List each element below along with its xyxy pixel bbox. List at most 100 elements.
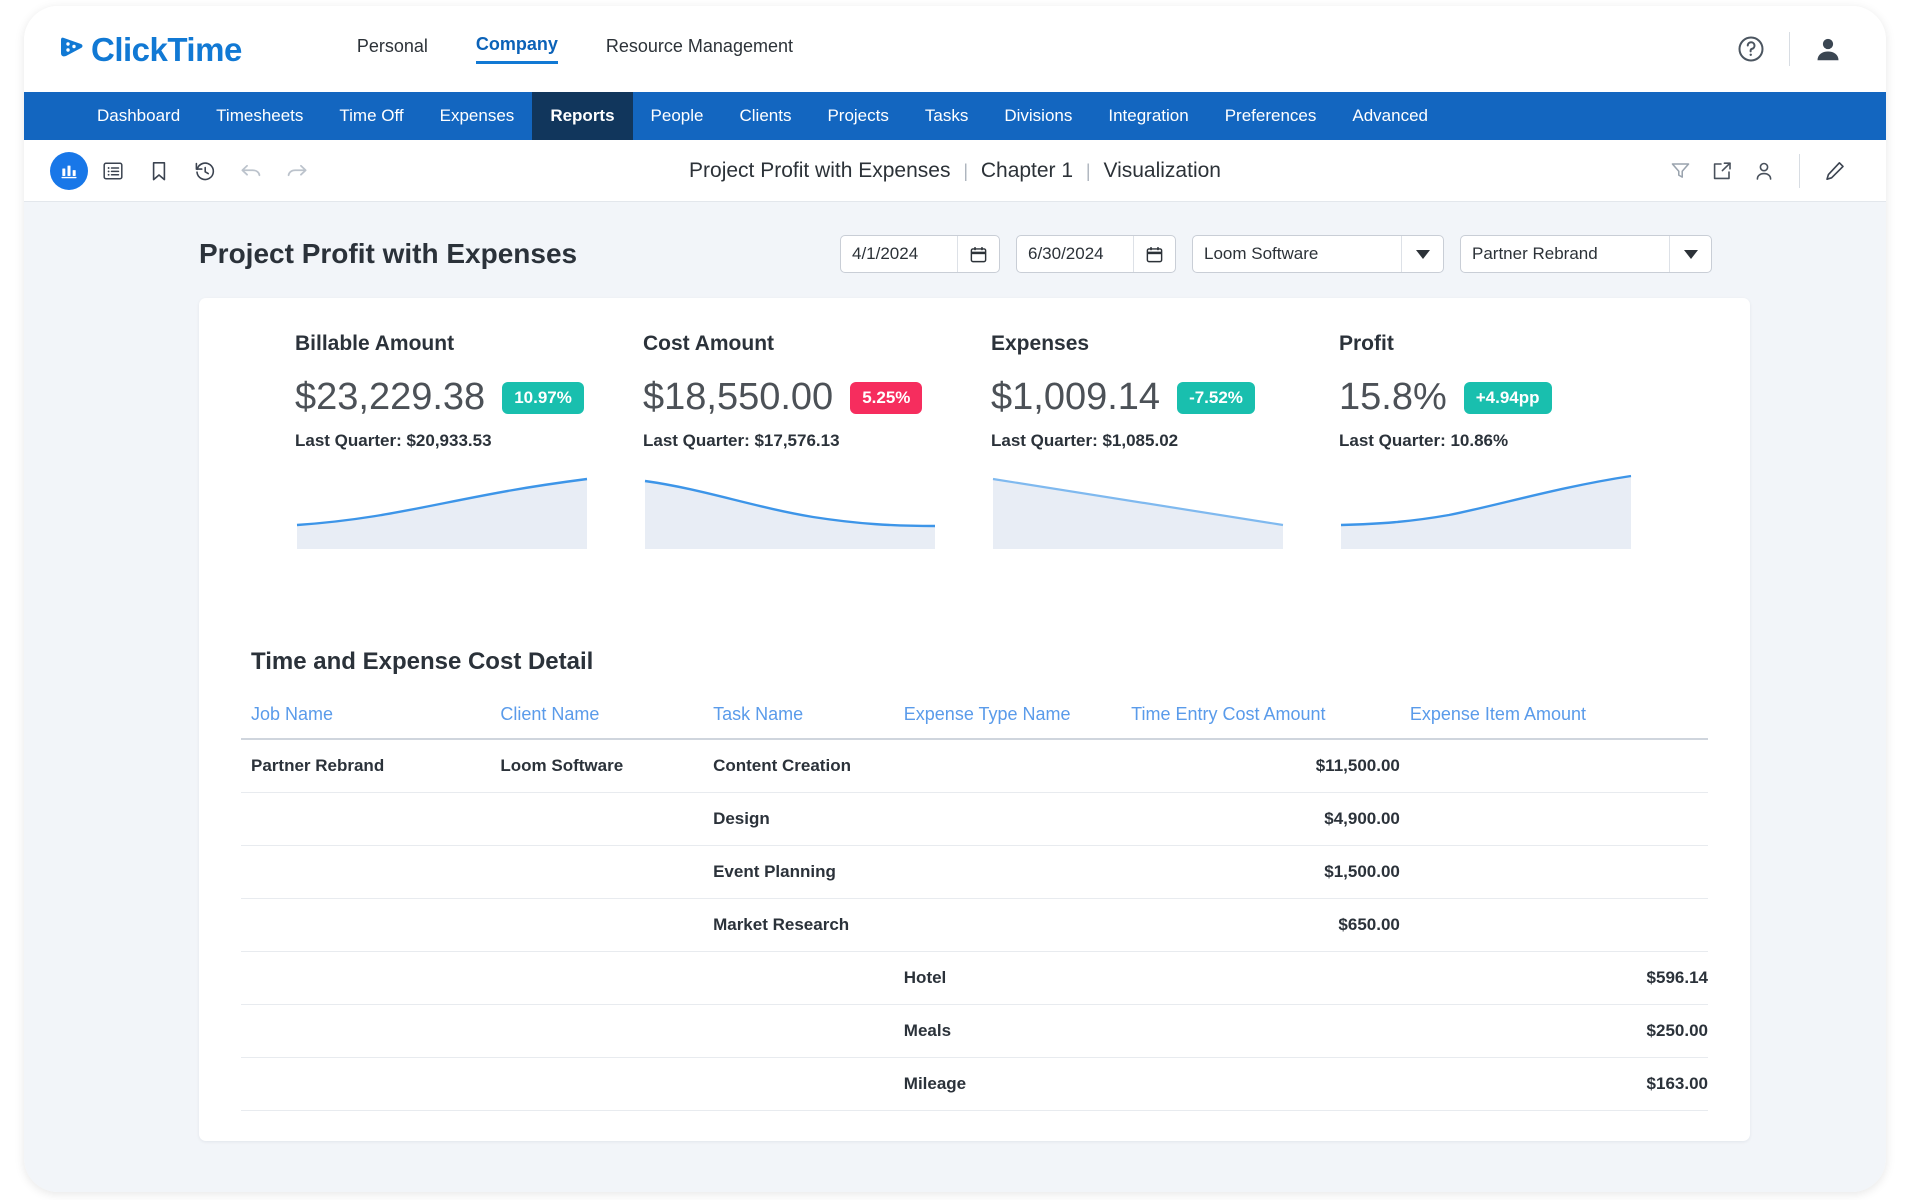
- cell-client-name: [490, 1004, 704, 1058]
- chevron-down-icon-client[interactable]: [1401, 236, 1443, 272]
- cell-expense-amount: [1399, 898, 1708, 952]
- calendar-icon-start[interactable]: [957, 236, 999, 272]
- breadcrumb-separator-2: |: [1085, 160, 1091, 181]
- toolbar-divider: [1789, 32, 1790, 66]
- nav-projects[interactable]: Projects: [809, 92, 906, 140]
- project-select[interactable]: Partner Rebrand: [1460, 235, 1712, 273]
- brand-bar: ClickTime Personal Company Resource Mana…: [24, 6, 1886, 92]
- kpi-label: Billable Amount: [295, 332, 455, 355]
- cell-expense-amount: [1399, 792, 1708, 846]
- report-filters: 4/1/2024 6/30/2024 Loom Software Partner…: [840, 235, 1712, 273]
- chevron-down-icon-project[interactable]: [1669, 236, 1711, 272]
- nav-reports[interactable]: Reports: [532, 92, 633, 140]
- brand-nav-personal[interactable]: Personal: [357, 36, 428, 63]
- nav-advanced[interactable]: Advanced: [1334, 92, 1446, 140]
- app-window: ClickTime Personal Company Resource Mana…: [24, 6, 1886, 1192]
- column-header-expense-item-amount[interactable]: Expense Item Amount: [1399, 704, 1708, 740]
- column-header-task-name[interactable]: Task Name: [703, 704, 894, 740]
- breadcrumb-report[interactable]: Project Profit with Expenses: [689, 159, 950, 182]
- client-select[interactable]: Loom Software: [1192, 235, 1444, 273]
- report-page: Project Profit with Expenses 4/1/2024 6/…: [24, 202, 1886, 1192]
- table-row[interactable]: Mileage $163.00: [241, 1057, 1708, 1111]
- cell-task-name: Event Planning: [703, 845, 894, 899]
- column-header-job-name[interactable]: Job Name: [241, 704, 491, 740]
- detail-table-section: Time and Expense Cost Detail Job Name Cl…: [199, 648, 1750, 1111]
- main-nav: Dashboard Timesheets Time Off Expenses R…: [24, 92, 1886, 140]
- cell-client-name: [490, 1057, 704, 1111]
- cell-job-name: Partner Rebrand: [241, 739, 491, 793]
- table-row[interactable]: Design $4,900.00: [241, 792, 1708, 846]
- start-date-input[interactable]: 4/1/2024: [840, 235, 1000, 273]
- undo-icon[interactable]: [230, 150, 272, 192]
- account-button[interactable]: [1804, 25, 1852, 73]
- kpi-label: Profit: [1339, 332, 1394, 355]
- kpi-change-badge: 5.25%: [850, 381, 923, 414]
- end-date-input[interactable]: 6/30/2024: [1016, 235, 1176, 273]
- kpi-change-badge: +4.94pp: [1463, 381, 1552, 414]
- brand-nav-company[interactable]: Company: [475, 34, 558, 64]
- cell-expense-type: Hotel: [893, 951, 1122, 1005]
- column-header-client-name[interactable]: Client Name: [490, 704, 704, 740]
- breadcrumb-separator-1: |: [963, 160, 968, 181]
- bookmark-icon[interactable]: [138, 150, 180, 192]
- table-row[interactable]: Partner Rebrand Loom Software Content Cr…: [241, 739, 1708, 793]
- breadcrumb-chapter[interactable]: Chapter 1: [981, 159, 1073, 182]
- cell-task-name: Design: [703, 792, 894, 846]
- nav-divisions[interactable]: Divisions: [986, 92, 1090, 140]
- nav-integration[interactable]: Integration: [1090, 92, 1206, 140]
- breadcrumb-view[interactable]: Visualization: [1103, 159, 1221, 182]
- redo-icon[interactable]: [276, 150, 318, 192]
- clicktime-logo-icon: [57, 34, 87, 64]
- cell-expense-type: [893, 898, 1122, 952]
- nav-timesheets[interactable]: Timesheets: [198, 92, 321, 140]
- nav-clients[interactable]: Clients: [721, 92, 809, 140]
- share-icon[interactable]: [1701, 150, 1743, 192]
- edit-pencil-icon[interactable]: [1814, 150, 1856, 192]
- cell-expense-type: [893, 845, 1122, 899]
- cell-expense-amount: $596.14: [1399, 951, 1708, 1005]
- nav-time-off[interactable]: Time Off: [321, 92, 421, 140]
- kpi-label: Expenses: [991, 332, 1090, 355]
- brand-nav-resource-management[interactable]: Resource Management: [606, 36, 793, 63]
- table-row[interactable]: Event Planning $1,500.00: [241, 845, 1708, 899]
- column-header-expense-type-name[interactable]: Expense Type Name: [893, 704, 1122, 740]
- clicktime-logo[interactable]: ClickTime: [57, 33, 242, 66]
- start-date-value: 4/1/2024: [852, 244, 919, 263]
- cell-job-name: [241, 845, 491, 899]
- calendar-icon-end[interactable]: [1133, 236, 1175, 272]
- cell-expense-type: [893, 792, 1122, 846]
- table-row[interactable]: Hotel $596.14: [241, 951, 1708, 1005]
- cell-time-cost: [1121, 1004, 1400, 1058]
- list-view-icon[interactable]: [92, 150, 134, 192]
- clicktime-logo-text: ClickTime: [91, 30, 242, 68]
- cell-expense-type: Mileage: [893, 1057, 1122, 1111]
- nav-people[interactable]: People: [633, 92, 722, 140]
- detail-table: Job Name Client Name Task Name Expense T…: [241, 704, 1708, 1111]
- history-icon[interactable]: [184, 150, 226, 192]
- table-row[interactable]: Meals $250.00: [241, 1004, 1708, 1058]
- cell-expense-amount: [1399, 739, 1708, 793]
- kpi-profit: Profit 15.8% +4.94pp Last Quarter: 10.86…: [1339, 332, 1687, 556]
- filter-icon[interactable]: [1659, 150, 1701, 192]
- user-icon[interactable]: [1743, 150, 1785, 192]
- nav-preferences[interactable]: Preferences: [1207, 92, 1335, 140]
- kpi-value: $1,009.14: [991, 376, 1161, 418]
- cell-task-name: [703, 951, 894, 1005]
- cell-time-cost: $1,500.00: [1121, 845, 1400, 899]
- table-row[interactable]: Market Research $650.00: [241, 898, 1708, 952]
- nav-tasks[interactable]: Tasks: [907, 92, 986, 140]
- report-toolbar-left: [50, 150, 318, 192]
- cell-task-name: [703, 1057, 894, 1111]
- help-button[interactable]: [1727, 25, 1775, 73]
- report-chart-button[interactable]: [50, 151, 88, 190]
- project-select-value: Partner Rebrand: [1472, 244, 1598, 263]
- report-card: Billable Amount $23,229.38 10.97% Last Q…: [199, 298, 1750, 1141]
- cell-time-cost: $650.00: [1121, 898, 1400, 952]
- table-header-row: Job Name Client Name Task Name Expense T…: [241, 704, 1708, 740]
- kpi-value: $18,550.00: [643, 376, 834, 418]
- nav-dashboard[interactable]: Dashboard: [79, 92, 198, 140]
- sparkline-cost-amount: [644, 479, 936, 549]
- nav-expenses[interactable]: Expenses: [422, 92, 533, 140]
- sparkline-billable-amount: [296, 477, 588, 549]
- column-header-time-entry-cost[interactable]: Time Entry Cost Amount: [1121, 704, 1400, 740]
